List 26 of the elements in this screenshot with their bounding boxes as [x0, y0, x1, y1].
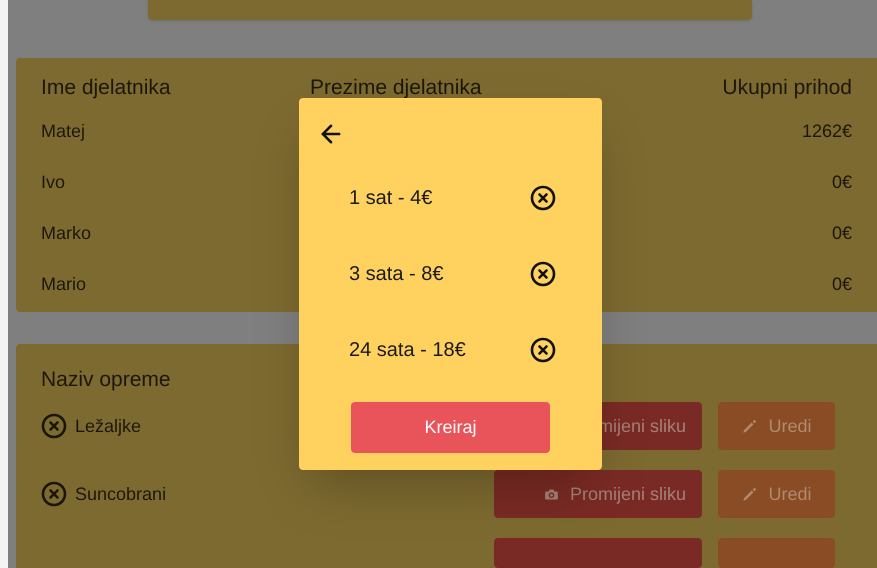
column-header: Ukupni prihod [722, 74, 852, 101]
equipment-name: Suncobrani [75, 482, 166, 506]
change-image-button[interactable]: Promijeni sliku [494, 470, 702, 518]
price-option: 24 sata - 18€ [349, 335, 466, 365]
remove-icon[interactable] [530, 337, 556, 363]
table-cell-text: 0€ [832, 222, 852, 245]
table-cell-text: Ivo [41, 170, 66, 194]
edit-button[interactable]: Uredi [718, 402, 835, 450]
remove-icon[interactable] [530, 261, 556, 287]
table-cell-text: 1262€ [802, 120, 852, 143]
table-cell-text: Marko [41, 222, 92, 245]
pencil-icon [741, 486, 758, 502]
equipment-name: Ležaljke [75, 414, 142, 438]
pencil-icon [741, 418, 758, 434]
price-option: 3 sata - 8€ [349, 259, 444, 289]
create-button[interactable]: Kreiraj [351, 402, 550, 453]
table-cell-text: Matej [41, 120, 86, 143]
table-cell-text: 0€ [832, 272, 852, 296]
table-cell-text: Mario [41, 272, 86, 296]
table-cell-text: 0€ [832, 170, 852, 194]
section-heading: Naziv opreme [41, 367, 172, 393]
remove-icon[interactable] [530, 185, 556, 211]
column-header: Prezime djelatnika [310, 74, 483, 101]
edit-button[interactable]: Uredi [718, 470, 835, 518]
price-option: 1 sat - 4€ [349, 183, 432, 213]
column-header: Ime djelatnika [41, 74, 172, 101]
